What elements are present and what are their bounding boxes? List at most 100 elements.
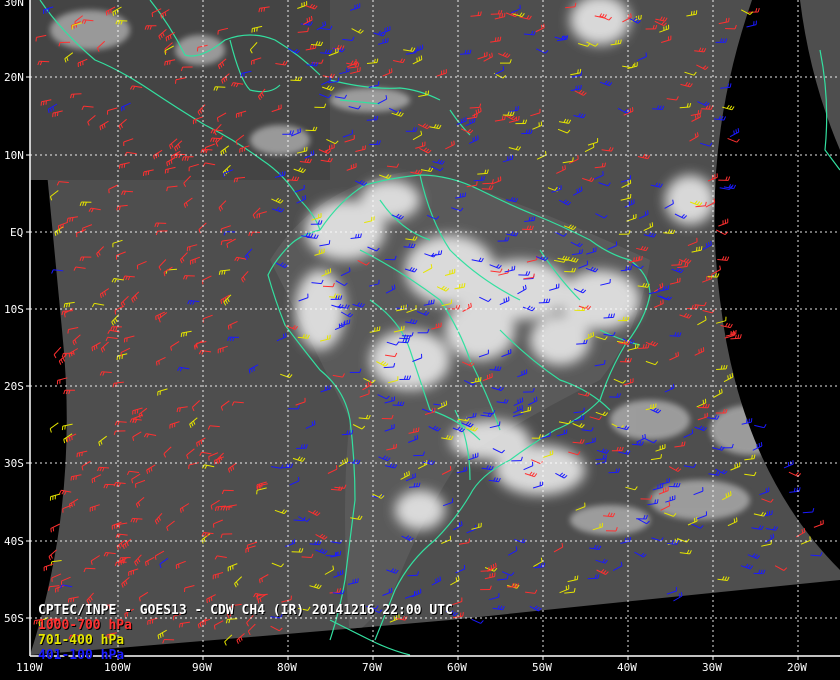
- wind-barb: [469, 106, 480, 109]
- lat-label-10s: 10S: [4, 303, 24, 316]
- wind-barb-flag: [579, 68, 582, 73]
- wind-barb-flag: [403, 473, 406, 478]
- wind-barb-flag: [695, 10, 698, 15]
- wind-barb-flag: [700, 246, 703, 251]
- wind-barb-flag: [476, 113, 478, 118]
- wind-barb-flag: [753, 454, 756, 459]
- wind-barb: [39, 60, 50, 63]
- wind-barb-flag: [43, 101, 45, 106]
- wind-barb-flag: [462, 192, 464, 197]
- legend-low-level: 1000-700 hPa: [38, 618, 132, 633]
- wind-barb-flag: [771, 510, 773, 515]
- wind-barb-flag: [729, 374, 732, 379]
- wind-barb-flag: [494, 37, 497, 42]
- wind-barb-flag: [645, 52, 647, 57]
- lat-label-40s: 40S: [4, 535, 24, 548]
- wind-barb-flag: [577, 69, 579, 74]
- wind-barb-flag: [499, 36, 502, 41]
- wind-barb-flag: [543, 23, 545, 28]
- wind-barb-flag: [566, 35, 568, 40]
- lon-label-50w: 50W: [532, 661, 552, 674]
- wind-barb: [407, 574, 418, 577]
- wind-barb-flag: [260, 7, 263, 12]
- wind-barb-flag: [713, 198, 716, 203]
- wind-barb-flag: [430, 264, 433, 269]
- wind-barb-flag: [430, 299, 433, 304]
- wind-barb-flag: [517, 106, 519, 111]
- wind-barb-flag: [638, 256, 640, 261]
- wind-barb-flag: [501, 115, 504, 120]
- wind-barb-flag: [733, 518, 736, 523]
- wind-barb-flag: [105, 11, 108, 16]
- wind-barb-flag: [468, 538, 470, 543]
- wind-barb-flag: [393, 284, 396, 289]
- wind-barb-flag: [64, 425, 66, 430]
- wind-barb-flag: [468, 303, 470, 309]
- wind-barb-flag: [166, 61, 169, 66]
- wind-barb-flag: [672, 199, 674, 204]
- wind-barb-flag: [654, 499, 656, 504]
- wind-barb-flag: [69, 217, 71, 222]
- wind-barb-flag: [433, 299, 435, 304]
- wind-barb-flag: [346, 457, 349, 462]
- wind-barb: [85, 567, 96, 570]
- wind-barb-flag: [413, 428, 415, 433]
- wind-barb-flag: [415, 590, 417, 595]
- wind-barb-flag: [322, 22, 324, 27]
- wind-barb-flag: [185, 332, 188, 337]
- wind-barb-flag: [304, 195, 307, 200]
- wind-barb-flag: [580, 186, 583, 191]
- wind-barb-flag: [253, 367, 255, 372]
- wind-barb-flag: [120, 560, 122, 565]
- wind-barb-flag: [108, 189, 110, 194]
- wind-barb-flag: [248, 369, 251, 374]
- wind-barb-flag: [702, 399, 705, 404]
- wind-barb-flag: [385, 95, 388, 100]
- wind-barb-flag: [497, 37, 499, 42]
- wind-barb-flag: [477, 108, 480, 113]
- wind-barb-flag: [462, 612, 464, 617]
- wind-barb-flag: [729, 491, 732, 496]
- wind-barb-flag: [690, 11, 693, 16]
- wind-barb-flag: [662, 286, 665, 291]
- wind-barb-flag: [420, 55, 423, 60]
- wind-barb-flag: [118, 164, 121, 169]
- wind-barb-flag: [699, 113, 701, 118]
- wind-barb-flag: [718, 389, 721, 394]
- wind-barb-flag: [667, 285, 670, 290]
- wind-barb-flag: [122, 559, 125, 564]
- wind-barb-flag: [147, 560, 149, 565]
- wind-barb-flag: [592, 331, 595, 336]
- wind-barb-flag: [95, 344, 98, 349]
- wind-barb-flag: [751, 454, 753, 459]
- wind-barb-flag: [357, 62, 360, 67]
- wind-barb-flag: [66, 438, 69, 443]
- wind-barb-flag: [154, 555, 157, 560]
- wind-barb-flag: [93, 346, 96, 351]
- wind-barb-flag: [492, 563, 495, 569]
- wind-barb-flag: [641, 255, 643, 260]
- wind-barb-flag: [489, 53, 491, 58]
- wind-barb-flag: [63, 303, 66, 308]
- lat-label-30s: 30S: [4, 457, 24, 470]
- wind-barb-flag: [672, 383, 675, 388]
- wind-barb-flag: [176, 408, 179, 413]
- wind-barb-flag: [633, 257, 635, 262]
- wind-barb-flag: [647, 210, 649, 215]
- wind-barb-flag: [461, 283, 463, 288]
- wind-barb-flag: [443, 401, 445, 406]
- wind-barb-flag: [470, 302, 472, 307]
- wind-barb: [480, 570, 491, 572]
- wind-barb-flag: [70, 598, 72, 603]
- wind-barb-flag: [156, 361, 158, 366]
- wind-barb-flag: [118, 524, 121, 529]
- wind-barb-flag: [425, 91, 427, 96]
- wind-barb-flag: [72, 597, 75, 602]
- wind-barb-flag: [515, 106, 517, 111]
- wind-barb-flag: [416, 57, 418, 62]
- wind-barb-flag: [435, 578, 437, 583]
- wind-barb-flag: [438, 250, 440, 255]
- wind-barb-flag: [460, 521, 463, 526]
- wind-barb-flag: [67, 598, 70, 603]
- wind-barb-flag: [417, 427, 420, 432]
